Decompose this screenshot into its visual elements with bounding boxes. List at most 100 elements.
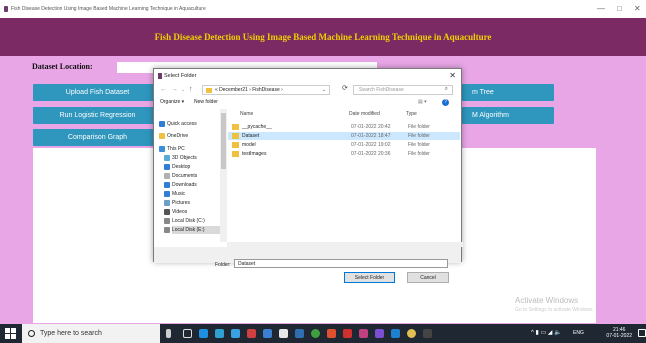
clock-date: 07-01-2022 <box>606 333 632 339</box>
notification-icon[interactable] <box>638 329 646 337</box>
calendar-icon[interactable] <box>279 329 288 338</box>
file-row-model[interactable]: model 07-01-2022 19:02 File folder <box>228 141 460 149</box>
folder-name-input[interactable]: Dataset <box>234 259 448 268</box>
view-options-icon[interactable]: ▤ ▾ <box>418 97 427 108</box>
sidebar-item-music[interactable]: Music <box>164 190 185 198</box>
vscode-icon[interactable] <box>391 329 400 338</box>
select-folder-button[interactable]: Select Folder <box>344 272 395 283</box>
dialog-toolbar: Organize ▾ New folder ▤ ▾ ? <box>154 97 461 108</box>
recent-chevron-icon[interactable]: ⌄ <box>181 83 185 97</box>
file-row-testimages[interactable]: testImages 07-01-2022 20:36 File folder <box>228 150 460 158</box>
star-icon <box>159 121 165 127</box>
cancel-button[interactable]: Cancel <box>407 272 449 283</box>
chevron-down-icon[interactable]: ⌄ <box>322 86 326 95</box>
folder-icon <box>232 151 239 157</box>
sidebar-item-pictures[interactable]: Pictures <box>164 199 190 207</box>
taskbar-search-box[interactable]: Type here to search <box>22 324 160 343</box>
window-titlebar: Fish Disease Detection Using Image Based… <box>0 0 646 18</box>
sidebar-item-this-pc[interactable]: This PC <box>159 145 185 153</box>
up-arrow-icon[interactable]: ↑ <box>189 83 193 97</box>
sidebar-item-local-disk-e[interactable]: Local Disk (E:) <box>164 226 220 234</box>
language-indicator[interactable]: ENG <box>573 330 584 336</box>
search-icon <box>28 330 35 337</box>
video-icon <box>164 209 170 215</box>
sidebar-item-local-disk-c[interactable]: Local Disk (C:) <box>164 217 205 225</box>
svm-algorithm-button[interactable]: M Algorithm <box>462 107 554 124</box>
disk-icon <box>164 218 170 224</box>
comparison-graph-button[interactable]: Comparison Graph <box>33 129 162 146</box>
mail-icon[interactable] <box>231 329 240 338</box>
column-type[interactable]: Type <box>406 109 417 119</box>
file-row-pycache[interactable]: __pycache__ 07-01-2022 20:42 File folder <box>228 123 460 131</box>
cube-icon <box>164 155 170 161</box>
dialog-close-button[interactable]: ✕ <box>449 69 456 83</box>
python-icon[interactable] <box>407 329 416 338</box>
sidebar-item-quick-access[interactable]: Quick access <box>159 120 197 128</box>
notes-icon[interactable] <box>263 329 272 338</box>
sidebar-item-documents[interactable]: Documents <box>164 172 197 180</box>
upload-fish-dataset-button[interactable]: Upload Fish Dataset <box>33 84 162 101</box>
close-button[interactable]: ✕ <box>634 0 641 18</box>
taskbar-clock[interactable]: 21:46 07-01-2022 <box>606 327 632 339</box>
address-bar[interactable]: « December21 › FishDisease › ⌄ <box>202 85 330 95</box>
navigation-scrollbar[interactable] <box>220 109 227 242</box>
taskbar-search-placeholder: Type here to search <box>40 330 102 337</box>
dialog-search-placeholder: Search FishDisease <box>359 87 404 93</box>
folder-icon <box>232 124 239 130</box>
paint-icon[interactable] <box>359 329 368 338</box>
minimize-button[interactable]: — <box>597 0 605 18</box>
search-icon: ⌕ <box>444 86 448 92</box>
store-icon[interactable] <box>215 329 224 338</box>
window-title: Fish Disease Detection Using Image Based… <box>11 6 206 12</box>
explorer-icon[interactable] <box>295 329 304 338</box>
decision-tree-button[interactable]: m Tree <box>462 84 554 101</box>
picture-icon <box>164 200 170 206</box>
sidebar-item-3d-objects[interactable]: 3D Objects <box>164 154 197 162</box>
tray-icons[interactable]: ^ ▮ ▭ ◢ 🔈 <box>531 329 562 336</box>
desktop-icon <box>164 164 170 170</box>
dialog-titlebar: Select Folder <box>154 69 461 83</box>
computer-icon <box>159 146 165 152</box>
opera-icon[interactable] <box>247 329 256 338</box>
scrollbar-thumb[interactable] <box>221 113 226 169</box>
help-icon[interactable]: ? <box>442 99 449 106</box>
activate-windows-subtext: Go to Settings to activate Windows. <box>515 307 594 313</box>
organize-menu[interactable]: Organize ▾ <box>160 97 184 108</box>
dialog-search-input[interactable]: Search FishDisease ⌕ <box>353 85 453 95</box>
windows-start-icon[interactable] <box>5 328 16 339</box>
maximize-button[interactable]: □ <box>617 0 622 18</box>
firefox-icon[interactable] <box>327 329 336 338</box>
terminal-icon[interactable] <box>423 329 432 338</box>
sidebar-item-onedrive[interactable]: OneDrive <box>159 132 188 140</box>
address-path: « December21 › FishDisease › <box>215 87 283 93</box>
music-icon <box>164 191 170 197</box>
task-view-icon[interactable] <box>183 329 192 338</box>
folder-label: Folder: <box>215 262 231 268</box>
navigation-bar: ← → ⌄ ↑ « December21 › FishDisease › ⌄ ⟳… <box>154 83 461 97</box>
edge-browser-icon[interactable] <box>199 329 208 338</box>
new-folder-button[interactable]: New folder <box>194 97 218 108</box>
select-folder-dialog: Select Folder ✕ ← → ⌄ ↑ « December21 › F… <box>153 68 463 263</box>
refresh-icon[interactable]: ⟳ <box>342 84 348 92</box>
folder-icon <box>232 142 239 148</box>
app-feather-icon <box>4 6 8 12</box>
forward-arrow-icon[interactable]: → <box>171 83 178 97</box>
file-row-dataset[interactable]: Dataset 07-01-2022 18:47 File folder <box>228 132 460 140</box>
column-date-modified[interactable]: Date modified <box>349 109 380 119</box>
folder-icon <box>206 88 212 93</box>
folder-icon <box>232 133 239 139</box>
feather-icon <box>158 73 162 79</box>
sidebar-item-videos[interactable]: Videos <box>164 208 187 216</box>
back-arrow-icon[interactable]: ← <box>160 83 167 97</box>
app-header: Fish Disease Detection Using Image Based… <box>0 18 646 56</box>
activate-windows-watermark: Activate Windows <box>515 296 579 305</box>
pdf-reader-icon[interactable] <box>343 329 352 338</box>
run-logistic-regression-button[interactable]: Run Logistic Regression <box>33 107 162 124</box>
sidebar-item-desktop[interactable]: Desktop <box>164 163 190 171</box>
sidebar-item-downloads[interactable]: Downloads <box>164 181 197 189</box>
column-name[interactable]: Name <box>240 109 253 119</box>
app-icon[interactable] <box>375 329 384 338</box>
cloud-icon <box>159 133 165 139</box>
chrome-icon[interactable] <box>311 329 320 338</box>
microphone-icon[interactable] <box>166 329 171 338</box>
